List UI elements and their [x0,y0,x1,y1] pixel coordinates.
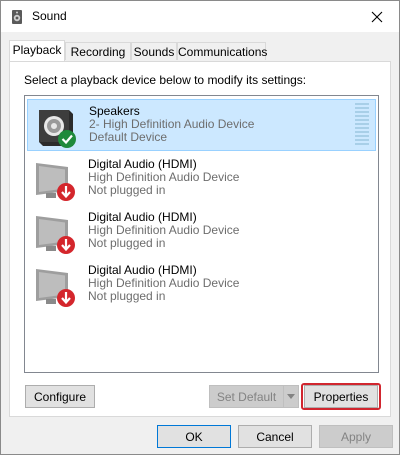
cancel-button[interactable]: Cancel [238,425,312,448]
tab-sounds[interactable]: Sounds [131,42,177,60]
window-title: Sound [32,9,67,23]
device-item-speakers[interactable]: Speakers 2- High Definition Audio Device… [27,99,376,151]
device-item-hdmi-2[interactable]: Digital Audio (HDMI) High Definition Aud… [27,206,376,258]
not-plugged-arrow-icon [57,236,75,254]
default-check-icon [58,130,76,148]
speaker-icon [39,110,76,148]
set-default-dropdown-button[interactable] [283,385,299,408]
chevron-down-icon [287,394,295,399]
properties-highlight-annotation [301,383,381,410]
device-status: Not plugged in [88,236,166,250]
device-status: Default Device [89,130,168,144]
apply-button[interactable]: Apply [319,425,393,448]
ok-button[interactable]: OK [157,425,231,448]
close-button[interactable] [355,1,399,32]
sound-dialog: Sound Playback Recording Sounds Communic… [0,0,400,455]
configure-button[interactable]: Configure [25,385,95,408]
monitor-icon [36,216,75,254]
title-bar[interactable]: Sound [1,1,399,32]
close-icon [371,11,383,22]
not-plugged-arrow-icon [57,289,75,307]
set-default-button[interactable]: Set Default [209,385,284,408]
speaker-app-icon [12,10,22,24]
device-item-hdmi-1[interactable]: Digital Audio (HDMI) High Definition Aud… [27,153,376,205]
device-status: Not plugged in [88,289,166,303]
monitor-icon [36,269,75,307]
tab-playback[interactable]: Playback [9,40,65,61]
device-status: Not plugged in [88,183,166,197]
tab-communications[interactable]: Communications [177,42,267,60]
tab-recording[interactable]: Recording [65,42,131,60]
instruction-text: Select a playback device below to modify… [24,73,307,87]
monitor-icon [36,163,75,201]
not-plugged-arrow-icon [57,183,75,201]
device-list[interactable]: Speakers 2- High Definition Audio Device… [24,95,379,373]
playback-panel: Select a playback device below to modify… [9,61,391,417]
volume-level-meter [355,103,369,147]
device-item-hdmi-3[interactable]: Digital Audio (HDMI) High Definition Aud… [27,259,376,311]
